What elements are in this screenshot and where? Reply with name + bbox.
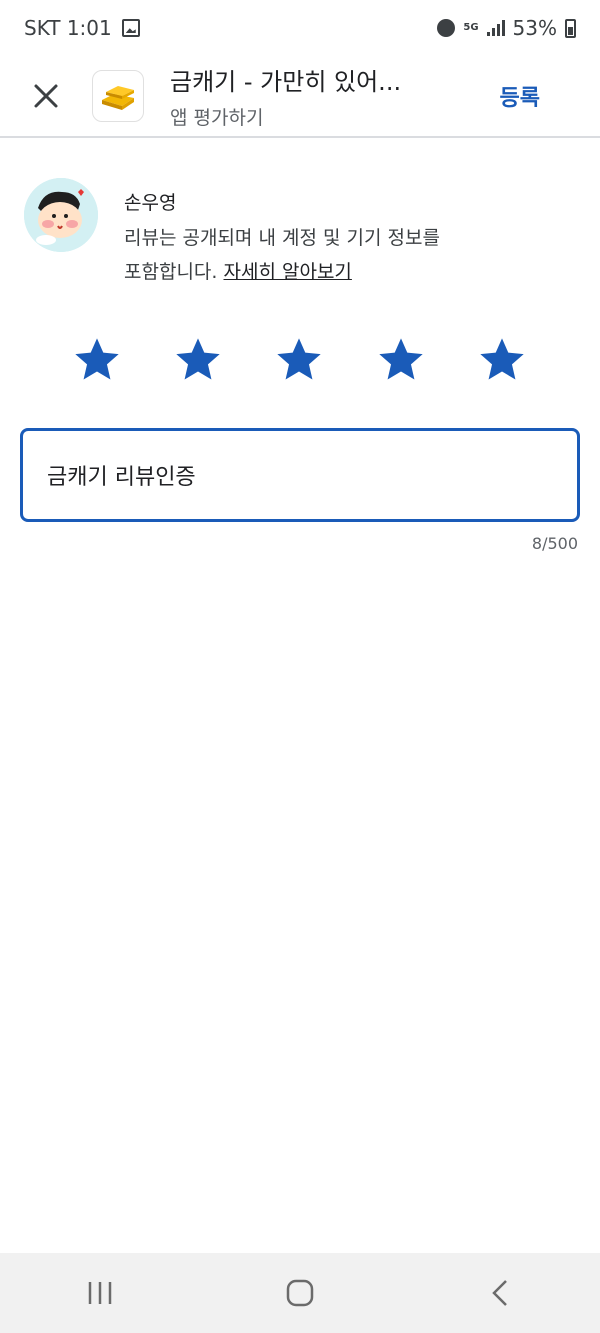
star-2[interactable] — [172, 334, 224, 386]
back-icon — [492, 1280, 507, 1306]
signal-icon — [486, 20, 505, 36]
star-icon — [176, 338, 220, 380]
star-3[interactable] — [273, 334, 325, 386]
home-icon — [286, 1279, 314, 1307]
star-4[interactable] — [375, 334, 427, 386]
review-input[interactable]: 금캐기 리뷰인증 — [20, 428, 580, 522]
recent-apps-button[interactable] — [60, 1258, 140, 1328]
user-name: 손우영 — [124, 192, 177, 214]
disclaimer-line2: 포함합니다. — [124, 261, 218, 283]
app-bar: 금캐기 - 가만히 있어... 앱 평가하기 등록 — [0, 56, 600, 138]
close-button[interactable] — [16, 66, 76, 126]
gallery-icon — [121, 19, 140, 37]
status-bar: SKT 1:01 5G 53% — [0, 0, 600, 56]
star-1[interactable] — [71, 334, 123, 386]
battery-icon — [565, 18, 576, 38]
home-button[interactable] — [260, 1258, 340, 1328]
network-icon: 5G — [463, 23, 478, 33]
profile-section: 손우영 리뷰는 공개되며 내 계정 및 기기 정보를 포함합니다. 자세히 알아… — [24, 178, 584, 289]
network-label: 5G — [463, 22, 479, 33]
post-button[interactable]: 등록 — [500, 80, 540, 112]
alarm-icon — [437, 19, 456, 37]
status-left: SKT 1:01 — [24, 16, 140, 40]
star-icon — [277, 338, 321, 380]
profile-text: 손우영 리뷰는 공개되며 내 계정 및 기기 정보를 포함합니다. 자세히 알아… — [124, 178, 440, 289]
navigation-bar — [0, 1253, 600, 1333]
page-subtitle: 앱 평가하기 — [170, 107, 264, 129]
recent-apps-icon — [88, 1282, 112, 1304]
star-icon — [379, 338, 423, 380]
avatar — [24, 178, 98, 252]
app-icon — [92, 70, 144, 122]
status-right: 5G 53% — [437, 16, 576, 40]
learn-more-link[interactable]: 자세히 알아보기 — [224, 261, 352, 283]
star-icon — [480, 338, 524, 380]
character-counter: 8/500 — [531, 534, 578, 553]
back-button[interactable] — [460, 1258, 540, 1328]
star-5[interactable] — [476, 334, 528, 386]
review-disclaimer: 리뷰는 공개되며 내 계정 및 기기 정보를 포함합니다. 자세히 알아보기 — [124, 221, 440, 289]
star-icon — [75, 338, 119, 380]
gold-bars-icon — [102, 86, 134, 110]
app-title: 금캐기 - 가만히 있어... — [170, 68, 402, 96]
avatar-image — [24, 178, 98, 252]
battery-percent: 53% — [512, 16, 557, 40]
app-titles: 금캐기 - 가만히 있어... 앱 평가하기 — [170, 62, 401, 130]
carrier-time: SKT 1:01 — [24, 16, 112, 40]
close-icon — [34, 84, 58, 108]
review-text: 금캐기 리뷰인증 — [47, 465, 196, 490]
disclaimer-line1: 리뷰는 공개되며 내 계정 및 기기 정보를 — [124, 227, 440, 249]
